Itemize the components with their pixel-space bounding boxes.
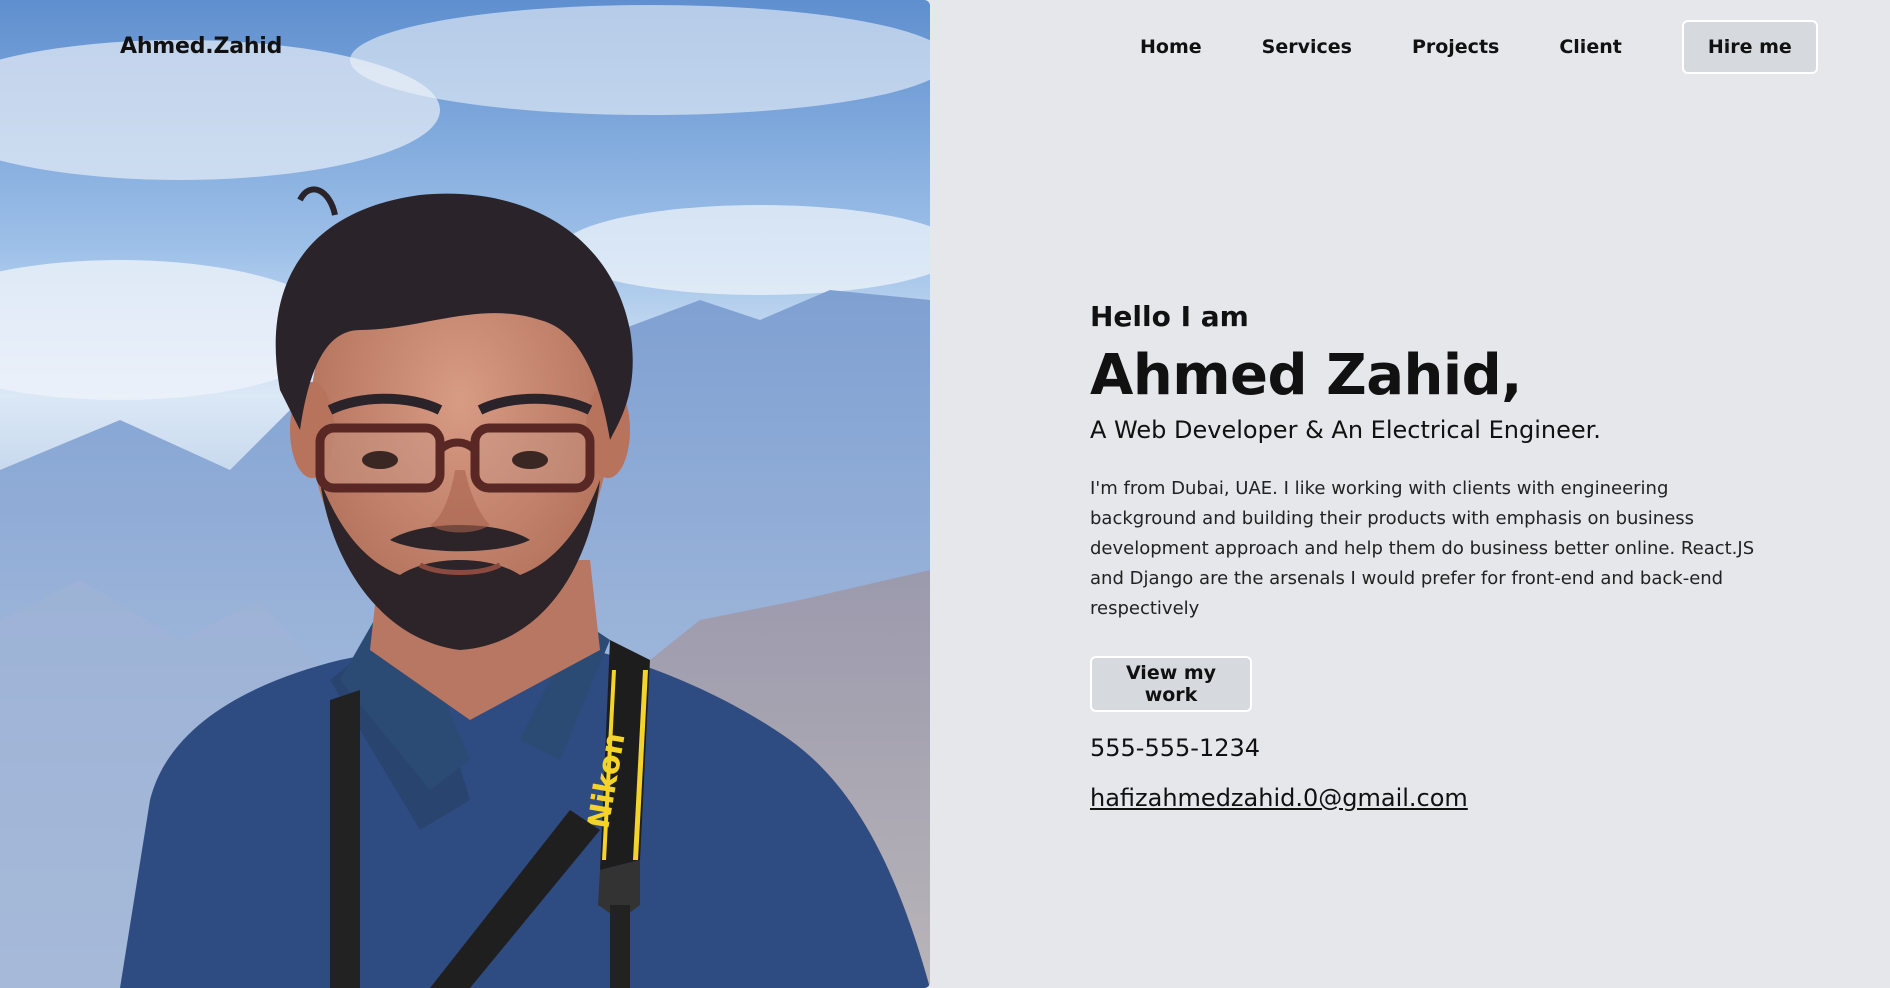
hero-bio: I'm from Dubai, UAE. I like working with…: [1090, 477, 1755, 619]
main-nav: Home Services Projects Client Hire me: [1110, 20, 1818, 74]
view-my-work-button[interactable]: View my work: [1090, 655, 1252, 712]
nav-client[interactable]: Client: [1559, 36, 1621, 58]
phone-number: 555-555-1234: [1090, 733, 1261, 762]
nav-home[interactable]: Home: [1140, 36, 1202, 58]
site-logo[interactable]: Ahmed.Zahid: [120, 34, 282, 59]
portfolio-page: Nikon Ahmed.Zahid Home Services Projects…: [0, 0, 1890, 988]
email-link[interactable]: hafizahmedzahid.0@gmail.com: [1090, 784, 1468, 812]
greeting: Hello I am: [1090, 300, 1249, 333]
hero-photo: Nikon Ahmed.Zahid: [0, 0, 930, 988]
hire-me-button[interactable]: Hire me: [1681, 20, 1818, 74]
nav-projects[interactable]: Projects: [1412, 36, 1499, 58]
hero-role: A Web Developer & An Electrical Engineer…: [1090, 415, 1601, 444]
hero-section: Hello I am Ahmed Zahid, A Web Developer …: [1090, 300, 1790, 812]
hero-name: Ahmed Zahid,: [1090, 343, 1522, 408]
nav-services[interactable]: Services: [1262, 36, 1352, 58]
portrait-illustration: Nikon: [0, 0, 930, 988]
